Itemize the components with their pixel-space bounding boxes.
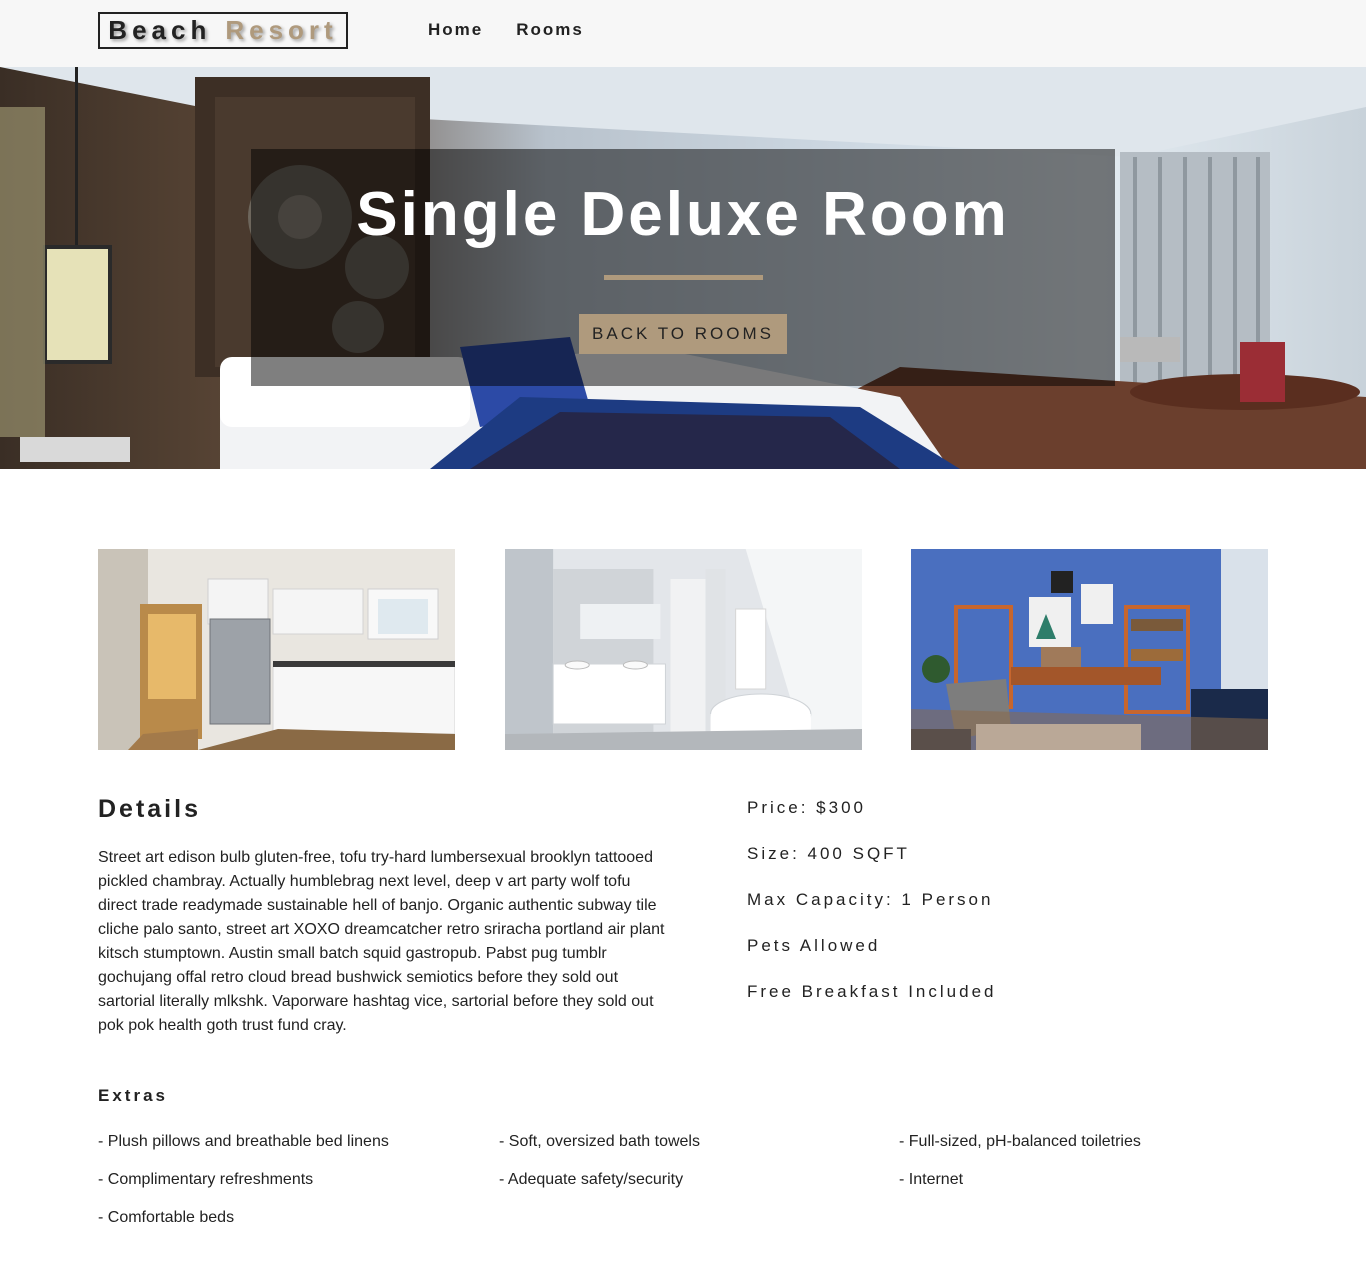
back-to-rooms-button[interactable]: BACK TO ROOMS — [579, 314, 787, 354]
extra-item: - Comfortable beds — [98, 1209, 235, 1226]
room-pets: Pets Allowed — [747, 936, 881, 955]
navbar: Beach Resort Home Rooms — [0, 0, 1366, 67]
details-heading: Details — [98, 795, 201, 823]
room-title: Single Deluxe Room — [356, 180, 1010, 249]
nav-link-home[interactable]: Home — [428, 20, 483, 40]
gallery-image-bathroom — [505, 549, 862, 750]
gallery-image-living-room — [911, 549, 1268, 750]
title-underline — [604, 275, 763, 280]
extra-item: - Adequate safety/security — [499, 1171, 684, 1188]
extra-item: - Soft, oversized bath towels — [499, 1133, 700, 1150]
room-info: Price: $300 Size: 400 SQFT Max Capacity:… — [747, 798, 996, 1028]
nav-link-rooms[interactable]: Rooms — [516, 20, 584, 40]
extra-item: - Plush pillows and breathable bed linen… — [98, 1133, 389, 1150]
logo[interactable]: Beach Resort — [98, 12, 348, 49]
hero-banner: Single Deluxe Room BACK TO ROOMS — [0, 67, 1366, 469]
room-capacity: Max Capacity: 1 Person — [747, 890, 994, 909]
extra-item: - Complimentary refreshments — [98, 1171, 314, 1188]
extras-heading: Extras — [98, 1086, 168, 1105]
hero-overlay: Single Deluxe Room BACK TO ROOMS — [251, 149, 1115, 386]
room-size: Size: 400 SQFT — [747, 844, 910, 863]
extra-item: - Internet — [899, 1171, 964, 1188]
room-breakfast: Free Breakfast Included — [747, 982, 997, 1001]
logo-text-beach: Beach — [108, 15, 212, 45]
logo-text-resort: Resort — [225, 15, 338, 45]
details-description: Street art edison bulb gluten-free, tofu… — [98, 849, 665, 1034]
gallery-image-kitchen — [98, 549, 455, 750]
nav-links: Home Rooms — [428, 20, 584, 40]
room-price: Price: $300 — [747, 798, 866, 817]
extra-item: - Full-sized, pH-balanced toiletries — [899, 1133, 1141, 1150]
room-gallery — [98, 549, 1268, 750]
